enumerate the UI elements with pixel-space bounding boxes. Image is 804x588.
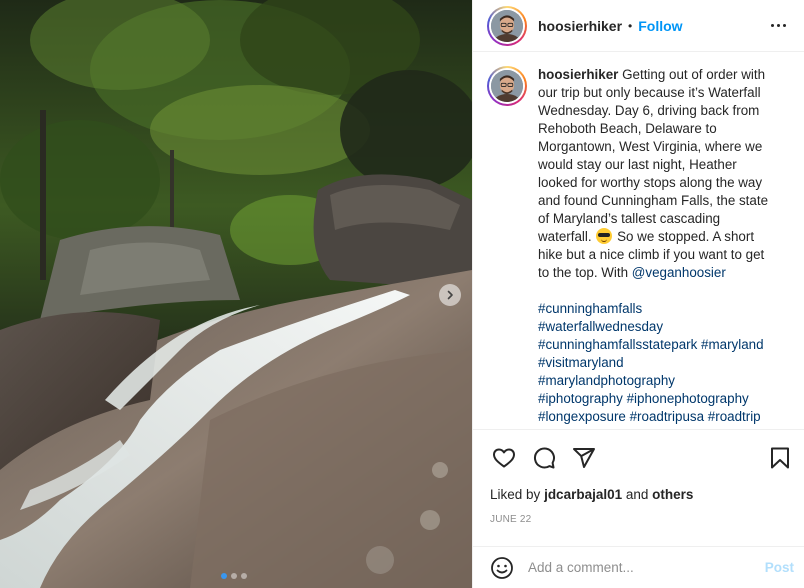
comment-composer: Post <box>473 546 804 588</box>
smiley-icon <box>491 556 513 579</box>
comment-button[interactable] <box>530 444 558 472</box>
caption-username[interactable]: hoosierhiker <box>538 67 618 82</box>
comment-input[interactable] <box>528 560 765 575</box>
caption-avatar[interactable] <box>487 66 527 106</box>
hashtag-link[interactable]: #cunninghamfallsstatepark <box>538 337 697 352</box>
share-icon <box>573 448 595 468</box>
action-bar <box>473 430 804 486</box>
hashtag-link[interactable]: #roadtripusa <box>630 409 704 424</box>
caption-body: Getting out of order with our trip but o… <box>538 67 769 244</box>
post-date[interactable]: JUNE 22 <box>473 514 804 525</box>
bookmark-icon <box>771 447 789 469</box>
heart-icon <box>493 448 515 468</box>
likes-prefix: Liked by <box>490 487 541 502</box>
carousel-dot <box>221 573 227 579</box>
waterfall-photo <box>0 0 472 588</box>
hashtag-link[interactable]: #waterfallwednesday <box>538 319 663 334</box>
hashtag-link[interactable]: #maryland <box>701 337 764 352</box>
post-comment-button[interactable]: Post <box>765 560 794 575</box>
share-button[interactable] <box>570 444 598 472</box>
profile-photo-icon <box>491 9 523 42</box>
carousel-dot <box>231 573 237 579</box>
likes-summary: Liked by jdcarbajal01 and others <box>473 486 804 504</box>
caption-text: hoosierhiker Getting out of order with o… <box>538 66 776 429</box>
carousel-next-button[interactable] <box>439 284 461 306</box>
caption-section: hoosierhiker Getting out of order with o… <box>473 52 804 430</box>
carousel-indicator <box>221 573 247 579</box>
hashtag-list: #cunninghamfalls #waterfallwednesday #cu… <box>538 300 776 426</box>
chevron-right-icon <box>447 290 453 300</box>
comment-icon <box>533 447 555 469</box>
header-separator: • <box>628 18 633 33</box>
liked-by-user[interactable]: jdcarbajal01 <box>544 487 622 502</box>
more-options-button[interactable] <box>766 14 790 38</box>
profile-photo-icon <box>491 70 523 102</box>
like-button[interactable] <box>490 444 518 472</box>
more-horizontal-icon <box>770 24 774 27</box>
sunglasses-emoji-icon <box>596 228 613 244</box>
likes-conjunction: and <box>625 487 649 502</box>
hashtag-link[interactable]: #longexposure <box>538 409 626 424</box>
mention-link[interactable]: @veganhoosier <box>632 265 726 280</box>
hashtag-link[interactable]: #iphonephotography <box>627 391 749 406</box>
post-header: hoosierhiker • Follow <box>473 0 804 52</box>
hashtag-link[interactable]: #iphotography <box>538 391 623 406</box>
instagram-post: hoosierhiker • Follow hoosierhiker Getti… <box>0 0 804 588</box>
carousel-dot <box>241 573 247 579</box>
post-photo[interactable] <box>0 0 472 588</box>
follow-button[interactable]: Follow <box>638 18 682 34</box>
emoji-picker-button[interactable] <box>489 555 515 581</box>
post-details-panel: hoosierhiker • Follow hoosierhiker Getti… <box>472 0 804 588</box>
hashtag-link[interactable]: #marylandphotography <box>538 373 675 388</box>
hashtag-link[interactable]: #roadtrip <box>708 409 761 424</box>
author-username[interactable]: hoosierhiker <box>538 18 622 34</box>
author-avatar[interactable] <box>487 5 527 46</box>
likes-others-link[interactable]: others <box>652 487 693 502</box>
hashtag-link[interactable]: #visitmaryland <box>538 355 624 370</box>
hashtag-link[interactable]: #cunninghamfalls <box>538 301 642 316</box>
save-button[interactable] <box>766 444 794 472</box>
